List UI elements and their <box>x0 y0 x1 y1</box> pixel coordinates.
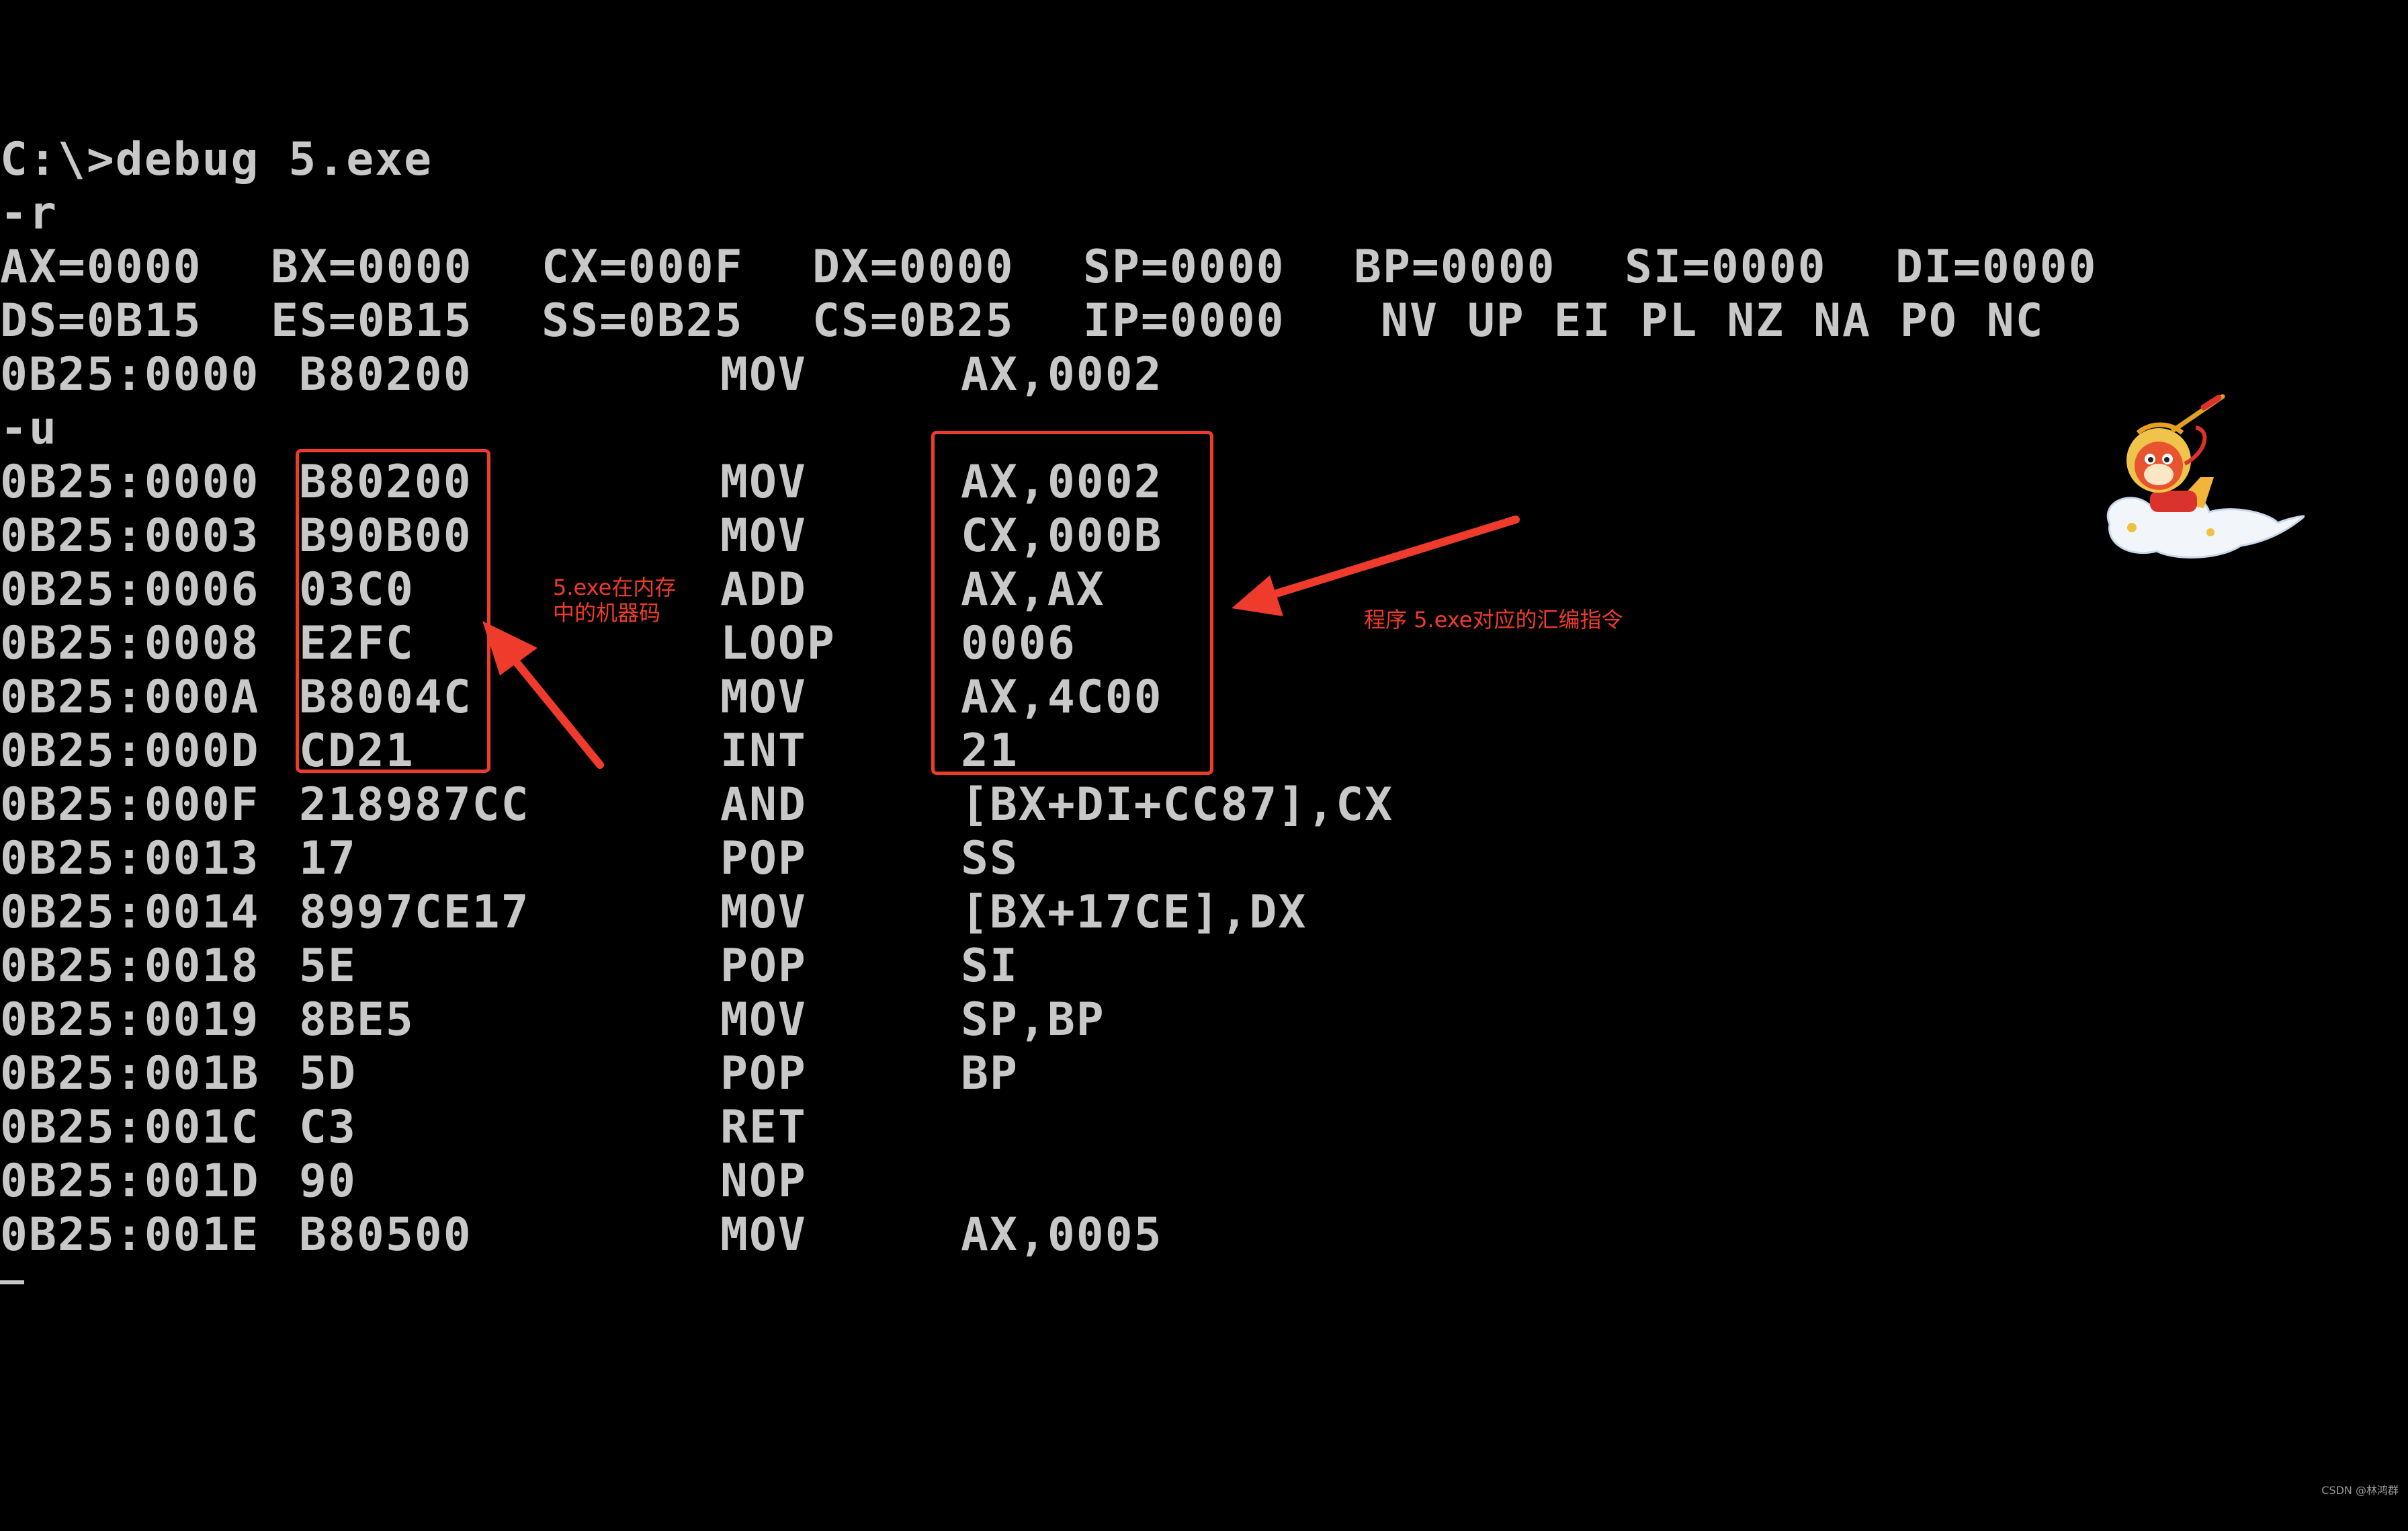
watermark: CSDN @林鸿群 <box>2321 1484 2399 1497</box>
disasm-address: 0B25:000D <box>0 725 260 778</box>
register-ds: DS=0B15 <box>0 294 202 347</box>
register-dx: DX=0000 <box>812 241 1015 294</box>
disasm-row: 0B25:001E B80500 MOV AX,0005 <box>0 1208 1478 1262</box>
register-di: DI=0000 <box>1895 241 2098 294</box>
disasm-mnemonic: MOV <box>720 456 807 509</box>
disasm-mnemonic: POP <box>720 1047 807 1100</box>
disasm-machine-code: 8BE5 <box>299 993 415 1046</box>
disasm-row: 0B25:001B 5D POP BP <box>0 1047 1478 1101</box>
disasm-address: 0B25:000F <box>0 778 260 831</box>
disasm-operands: BP <box>961 1047 1019 1100</box>
disasm-machine-code: B80500 <box>299 1208 472 1261</box>
disasm-machine-code: 17 <box>299 832 357 885</box>
register-ss: SS=0B25 <box>542 294 744 347</box>
disasm-address: 0B25:0018 <box>0 940 260 993</box>
disasm-mnemonic: POP <box>720 940 807 993</box>
disasm-mnemonic: MOV <box>720 886 807 939</box>
disasm-row: 0B25:000D CD21 INT 21 <box>0 725 1478 778</box>
register-ip: IP=0000 <box>1083 294 1285 347</box>
disasm-address: 0B25:0008 <box>0 617 260 670</box>
disasm-mnemonic: LOOP <box>720 617 836 670</box>
disasm-row: 0B25:000F 218987CC AND [BX+DI+CC87],CX <box>0 778 1478 832</box>
instruction-address: 0B25:0000 <box>0 348 260 401</box>
disasm-operands: SP,BP <box>961 993 1105 1046</box>
disasm-mnemonic: MOV <box>720 1208 807 1261</box>
disasm-row: 0B25:000A B8004C MOV AX,4C00 <box>0 671 1478 725</box>
registers-row-1: AX=0000 BX=0000 CX=000F DX=0000 SP=0000 … <box>0 241 2150 294</box>
disasm-row: 0B25:0008 E2FC LOOP 0006 <box>0 617 1478 671</box>
disasm-address: 0B25:0013 <box>0 832 260 885</box>
disasm-operands: [BX+17CE],DX <box>961 886 1307 939</box>
registers-row-2: DS=0B15 ES=0B15 SS=0B25 CS=0B25 IP=0000 … <box>0 294 2150 348</box>
disasm-address: 0B25:0006 <box>0 563 260 616</box>
disasm-mnemonic: ADD <box>720 563 807 616</box>
disasm-address: 0B25:000A <box>0 671 260 724</box>
assembly-highlight-box <box>931 431 1213 775</box>
instruction-machine-code: B80200 <box>299 348 472 401</box>
register-es: ES=0B15 <box>271 294 473 347</box>
disasm-row: 0B25:0006 03C0 ADD AX,AX <box>0 563 1478 617</box>
machine-code-highlight-box <box>296 449 490 773</box>
disasm-mnemonic: NOP <box>720 1155 807 1208</box>
disasm-row: 0B25:0013 17 POP SS <box>0 832 1478 886</box>
flags: NV UP EI PL NZ NA PO NC <box>1381 294 2045 347</box>
disasm-row: 0B25:001D 90 NOP <box>0 1155 1478 1208</box>
disasm-machine-code: 90 <box>299 1155 357 1208</box>
assembly-note: 程序 5.exe对应的汇编指令 <box>1364 607 1623 632</box>
register-cx: CX=000F <box>542 241 744 294</box>
disasm-machine-code: 5D <box>299 1047 357 1100</box>
disasm-address: 0B25:0000 <box>0 456 260 509</box>
command-line: C:\>debug 5.exe <box>0 133 433 186</box>
disasm-address: 0B25:0014 <box>0 886 260 939</box>
disasm-row: 0B25:0000 B80200 MOV AX,0002 <box>0 456 1478 509</box>
monkey-king-mascot-icon <box>2107 394 2305 558</box>
disasm-mnemonic: MOV <box>720 993 807 1046</box>
disasm-address: 0B25:0019 <box>0 993 260 1046</box>
disasm-machine-code: 5E <box>299 940 357 993</box>
disasm-mnemonic: RET <box>720 1101 807 1154</box>
instruction-mnemonic: MOV <box>720 348 807 401</box>
disasm-row: 0B25:0014 8997CE17 MOV [BX+17CE],DX <box>0 886 1478 940</box>
disasm-address: 0B25:001D <box>0 1155 260 1208</box>
disasm-mnemonic: AND <box>720 778 807 831</box>
disasm-row: 0B25:0003 B90B00 MOV CX,000B <box>0 509 1478 563</box>
register-si: SI=0000 <box>1625 241 1827 294</box>
register-cs: CS=0B25 <box>812 294 1015 347</box>
machine-code-note: 5.exe在内存 中的机器码 <box>553 575 677 626</box>
disasm-address: 0B25:001B <box>0 1047 260 1100</box>
disasm-machine-code: 218987CC <box>299 778 530 831</box>
instruction-operands: AX,0002 <box>961 348 1163 401</box>
text-cursor <box>0 1280 24 1284</box>
disasm-address: 0B25:001C <box>0 1101 260 1154</box>
disasm-row: 0B25:001C C3 RET <box>0 1101 1478 1155</box>
disasm-row: 0B25:0019 8BE5 MOV SP,BP <box>0 993 1478 1047</box>
disasm-address: 0B25:0003 <box>0 509 260 563</box>
disasm-operands: [BX+DI+CC87],CX <box>961 778 1394 831</box>
current-instruction: 0B25:0000 B80200 MOV AX,0002 <box>0 348 1344 402</box>
disasm-mnemonic: MOV <box>720 509 807 563</box>
disasm-mnemonic: MOV <box>720 671 807 724</box>
disasm-operands: AX,0005 <box>961 1208 1163 1261</box>
disasm-machine-code: C3 <box>299 1101 357 1154</box>
r-command: -r <box>0 187 58 240</box>
disasm-machine-code: 8997CE17 <box>299 886 530 939</box>
u-command: -u <box>0 402 58 455</box>
disasm-operands: SI <box>961 940 1019 993</box>
disasm-row: 0B25:0018 5E POP SI <box>0 940 1478 993</box>
register-sp: SP=0000 <box>1083 241 1285 294</box>
register-bp: BP=0000 <box>1354 241 1556 294</box>
disasm-operands: SS <box>961 832 1019 885</box>
register-ax: AX=0000 <box>0 241 202 294</box>
disasm-address: 0B25:001E <box>0 1208 260 1261</box>
disasm-mnemonic: POP <box>720 832 807 885</box>
disasm-mnemonic: INT <box>720 725 807 778</box>
register-bx: BX=0000 <box>271 241 473 294</box>
